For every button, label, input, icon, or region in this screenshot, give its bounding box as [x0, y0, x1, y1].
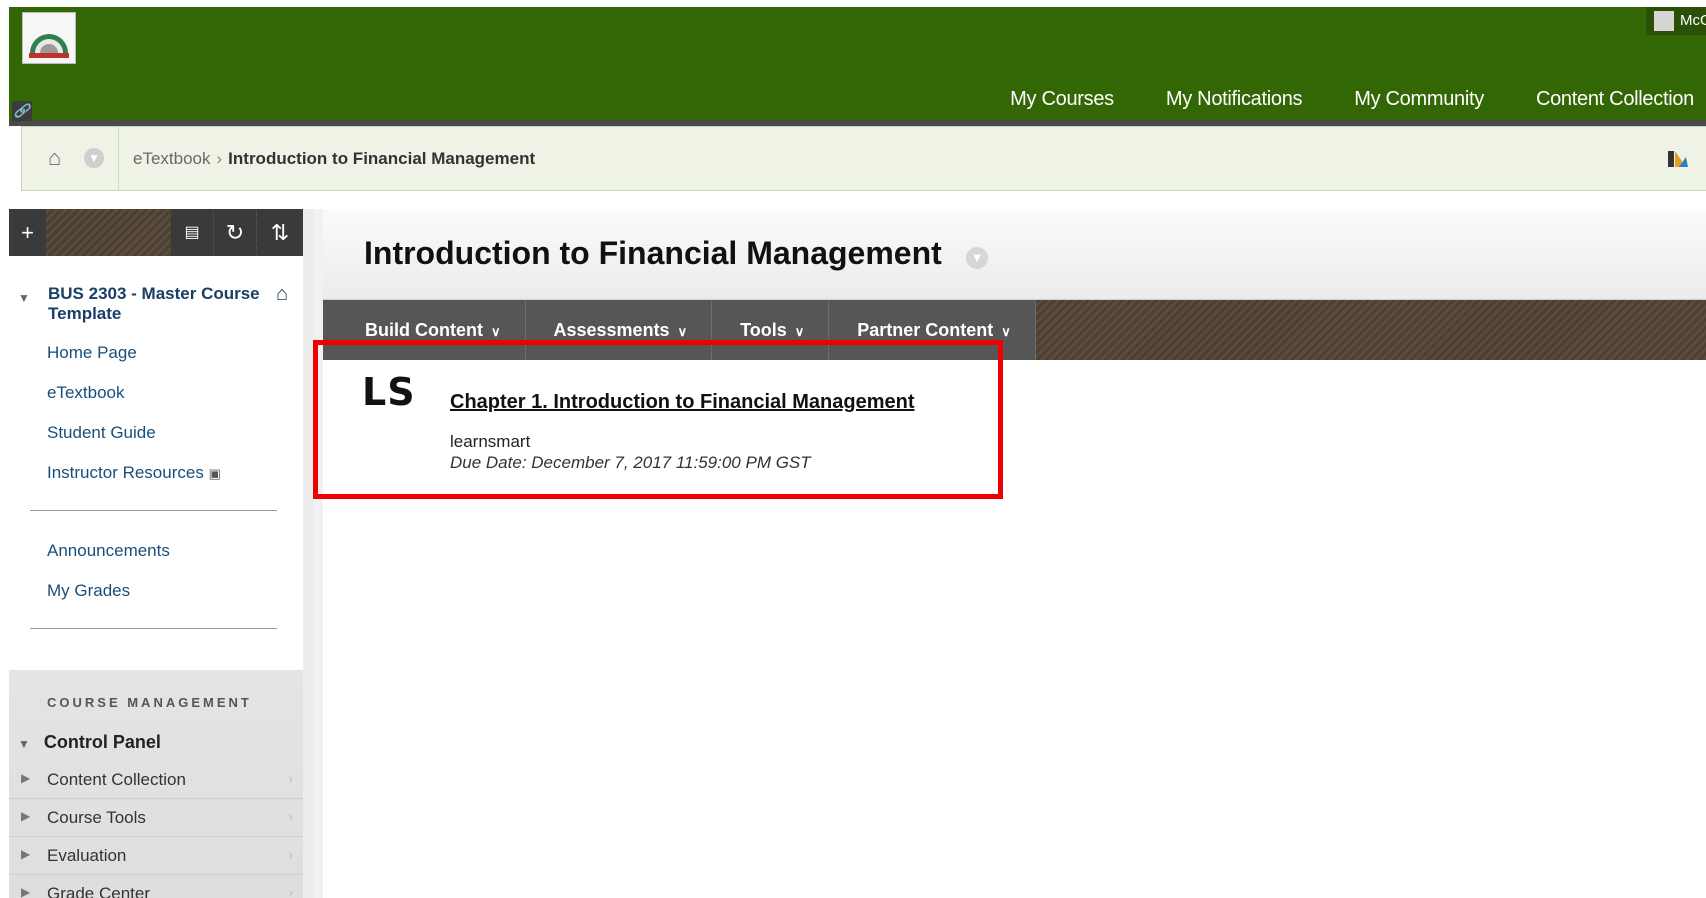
refresh-icon: ↻: [225, 220, 245, 245]
chevron-down-icon: ∨: [794, 324, 805, 339]
user-name: McG: [1680, 12, 1706, 29]
link-icon[interactable]: 🔗: [12, 101, 32, 121]
breadcrumb-separator: ›: [216, 149, 223, 168]
content-header: Introduction to Financial Management ▼: [323, 209, 1706, 300]
add-menu-item-button[interactable]: +: [9, 209, 46, 256]
display-in-window-button[interactable]: ▤: [171, 209, 213, 256]
page-title: Introduction to Financial Management: [364, 235, 942, 271]
expand-triangle-icon: ▶: [21, 847, 31, 861]
sidebar-item-student-guide[interactable]: Student Guide: [47, 423, 156, 443]
window-icon: ▤: [184, 224, 200, 241]
avatar: [1654, 11, 1674, 32]
sidebar-item-etextbook[interactable]: eTextbook: [47, 383, 125, 403]
divider: [118, 127, 119, 190]
divider: [30, 510, 277, 511]
chevron-right-icon: ›: [288, 847, 293, 862]
user-menu[interactable]: McG: [1646, 7, 1706, 35]
action-label: Build Content: [365, 320, 483, 340]
breadcrumb-current: Introduction to Financial Management: [228, 149, 536, 168]
divider: [30, 628, 277, 629]
sidebar-item-announcements[interactable]: Announcements: [47, 541, 170, 561]
chevron-down-icon: ∨: [490, 324, 501, 339]
course-management-heading: COURSE MANAGEMENT: [47, 695, 252, 710]
nav-my-courses[interactable]: My Courses: [1010, 84, 1126, 114]
home-icon[interactable]: ⌂: [48, 147, 61, 169]
chevron-right-icon: ›: [288, 885, 293, 898]
refresh-button[interactable]: ↻: [214, 209, 256, 256]
nav-content-collection[interactable]: Content Collection: [1496, 84, 1706, 114]
cm-item-label: Content Collection: [47, 770, 186, 789]
theme-icon[interactable]: [1666, 149, 1690, 169]
sidebar-item-label: Instructor Resources: [47, 463, 204, 482]
expand-triangle-icon: ▶: [21, 771, 31, 785]
cm-item-course-tools[interactable]: ▶ Course Tools ›: [9, 800, 303, 837]
cm-item-label: Course Tools: [47, 808, 146, 827]
sidebar-item-instructor-resources[interactable]: Instructor Resources ▣: [47, 463, 221, 483]
nav-my-notifications[interactable]: My Notifications: [1126, 84, 1314, 114]
chevron-right-icon: ›: [288, 771, 293, 786]
course-menu-toolbar: + ▤ ↻ ⇅: [9, 209, 303, 256]
breadcrumb: ⌂ ▼ eTextbook › Introduction to Financial …: [21, 126, 1706, 191]
chevron-down-icon: ∨: [1001, 324, 1011, 339]
sort-icon: ⇅: [270, 220, 290, 245]
action-label: Assessments: [553, 320, 670, 340]
top-navigation: My Courses My Notifications My Community…: [1010, 84, 1706, 114]
control-panel-label: Control Panel: [43, 732, 161, 752]
plus-icon: +: [21, 220, 34, 245]
home-icon: ⌂: [276, 283, 289, 305]
cm-item-label: Grade Center: [47, 884, 150, 898]
breadcrumb-trail: eTextbook › Introduction to Financial Mana…: [133, 149, 535, 169]
cm-item-content-collection[interactable]: ▶ Content Collection ›: [9, 762, 303, 799]
institution-logo[interactable]: [22, 12, 76, 64]
expand-triangle-icon: ▶: [21, 809, 31, 823]
chevron-down-icon[interactable]: ▼: [966, 247, 988, 269]
top-header: 🔗 McG My Courses My Notifications My Com…: [9, 7, 1706, 126]
cm-item-label: Evaluation: [47, 846, 127, 865]
sidebar-item-my-grades[interactable]: My Grades: [47, 581, 130, 601]
divider: [313, 209, 323, 898]
sidebar-item-home-page[interactable]: Home Page: [47, 343, 137, 363]
chevron-down-icon[interactable]: ▼: [84, 148, 104, 168]
collapse-triangle-icon[interactable]: ▼: [18, 288, 30, 308]
hidden-icon: ▣: [208, 466, 221, 481]
collapse-triangle-icon: ▼: [18, 737, 30, 751]
nav-my-community[interactable]: My Community: [1314, 84, 1496, 114]
expand-triangle-icon: ▶: [21, 885, 31, 898]
chevron-down-icon: ∨: [677, 324, 688, 339]
control-panel-toggle[interactable]: ▼ Control Panel: [18, 732, 161, 753]
action-label: Tools: [740, 320, 787, 340]
highlight-box: [313, 340, 1003, 499]
chevron-right-icon: ›: [288, 809, 293, 824]
cm-item-evaluation[interactable]: ▶ Evaluation ›: [9, 838, 303, 875]
action-label: Partner Content: [857, 320, 994, 340]
breadcrumb-parent-link[interactable]: eTextbook: [133, 149, 211, 168]
reorder-button[interactable]: ⇅: [257, 209, 303, 256]
course-title-text: BUS 2303 - Master Course Template: [48, 284, 260, 323]
cm-item-grade-center[interactable]: ▶ Grade Center ›: [9, 876, 303, 898]
